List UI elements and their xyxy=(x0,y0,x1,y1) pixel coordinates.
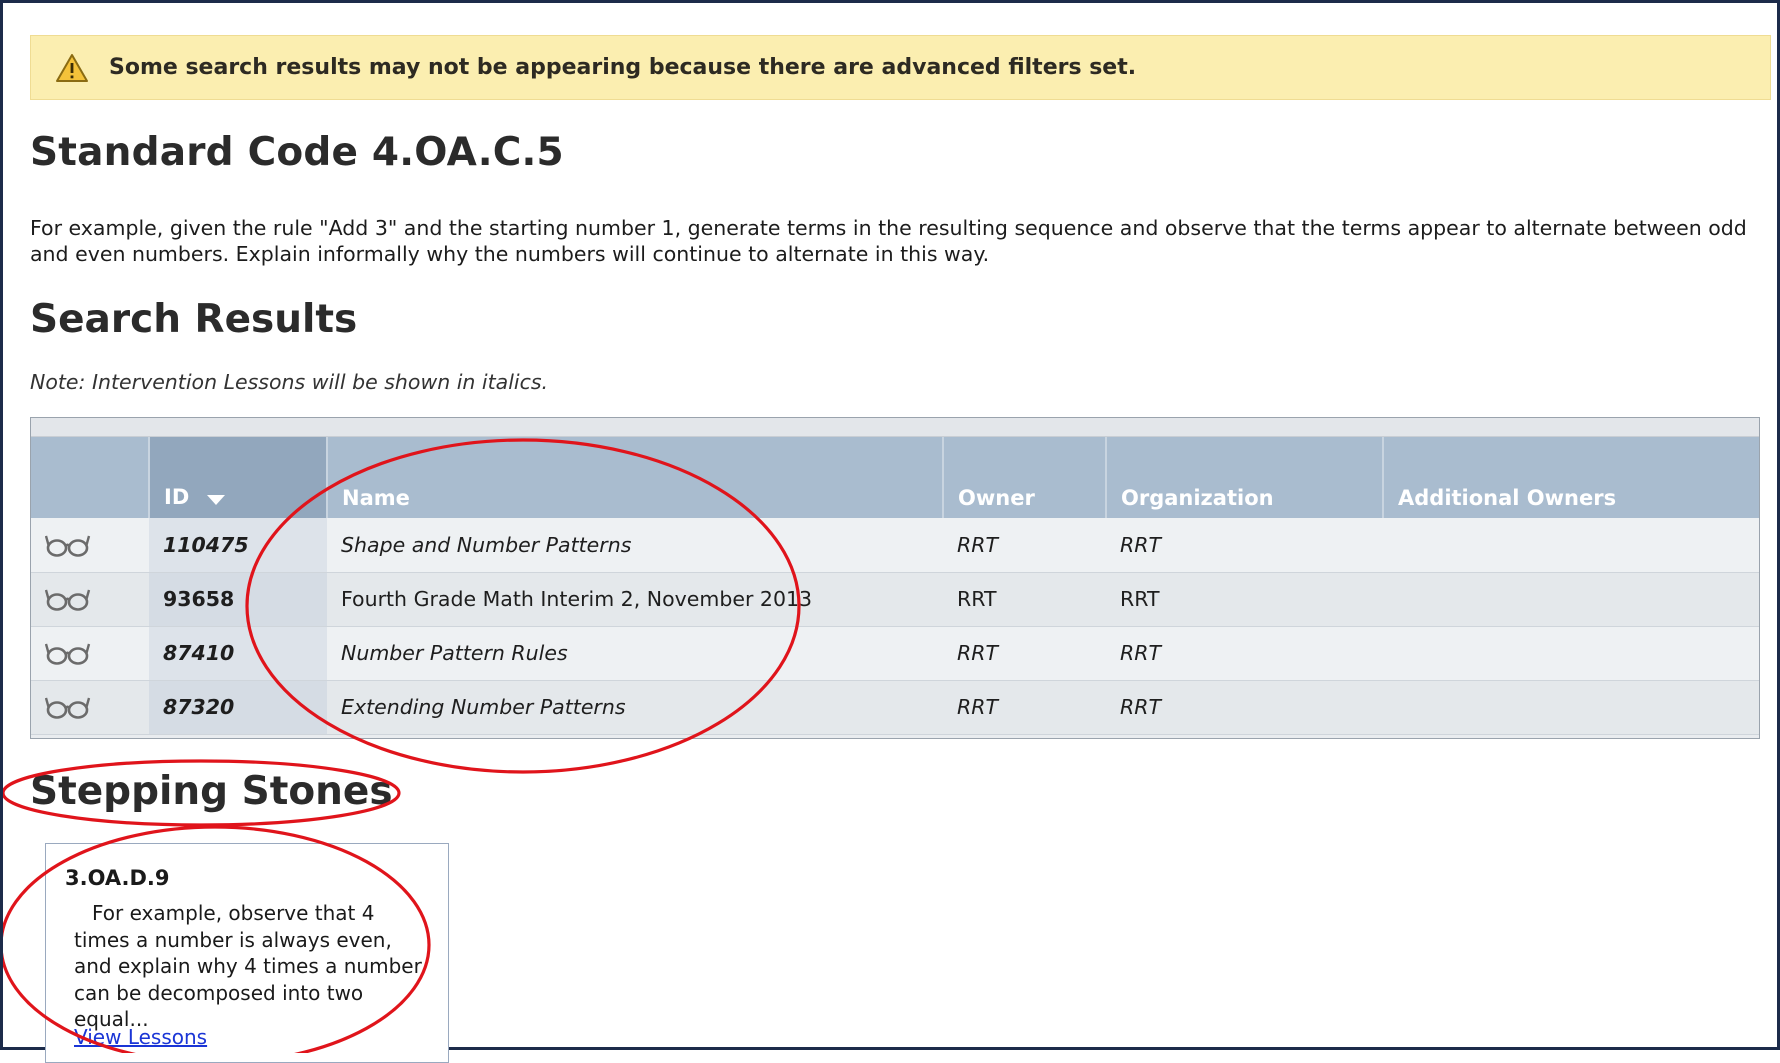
table-row[interactable]: 87320 Extending Number Patterns RRT RRT xyxy=(31,680,1759,735)
organization-cell: RRT xyxy=(1106,680,1383,735)
view-cell[interactable] xyxy=(31,626,149,681)
search-results-title: Search Results xyxy=(30,297,358,342)
name-cell[interactable]: Fourth Grade Math Interim 2, November 20… xyxy=(327,572,943,627)
table-header-row: ID Name Owner Organization Additional Ow… xyxy=(31,437,1759,518)
owner-cell: RRT xyxy=(943,572,1106,627)
intervention-note: Note: Intervention Lessons will be shown… xyxy=(30,370,549,394)
column-header-additional-owners[interactable]: Additional Owners xyxy=(1382,437,1759,518)
stepping-stone-code: 3.OA.D.9 xyxy=(65,866,170,890)
view-lessons-link[interactable]: View Lessons xyxy=(74,1025,207,1049)
table-row[interactable]: 93658 Fourth Grade Math Interim 2, Novem… xyxy=(31,572,1759,627)
search-results-table: ID Name Owner Organization Additional Ow… xyxy=(30,417,1760,739)
column-header-id[interactable]: ID xyxy=(148,437,327,518)
standard-description: For example, given the rule "Add 3" and … xyxy=(30,216,1747,266)
warning-triangle-icon xyxy=(55,53,89,83)
sort-descending-icon xyxy=(206,486,225,510)
owner-cell: RRT xyxy=(943,680,1106,735)
additional-owners-cell xyxy=(1383,518,1759,573)
eyeglasses-icon[interactable] xyxy=(45,639,91,667)
id-cell: 93658 xyxy=(149,572,327,627)
column-header-organization[interactable]: Organization xyxy=(1105,437,1383,518)
organization-cell: RRT xyxy=(1106,626,1383,681)
table-row[interactable]: 110475 Shape and Number Patterns RRT RRT xyxy=(31,518,1759,573)
column-header-view xyxy=(31,437,149,518)
name-cell[interactable]: Number Pattern Rules xyxy=(327,626,943,681)
id-cell: 87410 xyxy=(149,626,327,681)
additional-owners-cell xyxy=(1383,626,1759,681)
view-cell[interactable] xyxy=(31,680,149,735)
results-grid: ID Name Owner Organization Additional Ow… xyxy=(31,437,1759,735)
alert-message: Some search results may not be appearing… xyxy=(109,55,1137,80)
view-cell[interactable] xyxy=(31,572,149,627)
id-cell: 87320 xyxy=(149,680,327,735)
advanced-filters-alert: Some search results may not be appearing… xyxy=(30,35,1771,100)
organization-cell: RRT xyxy=(1106,518,1383,573)
eyeglasses-icon[interactable] xyxy=(45,693,91,721)
column-header-name[interactable]: Name xyxy=(326,437,943,518)
table-row[interactable]: 87410 Number Pattern Rules RRT RRT xyxy=(31,626,1759,681)
stepping-stones-title: Stepping Stones xyxy=(30,769,393,814)
id-cell: 110475 xyxy=(149,518,327,573)
column-header-id-label: ID xyxy=(164,485,190,509)
name-cell[interactable]: Shape and Number Patterns xyxy=(327,518,943,573)
stepping-stone-card: 3.OA.D.9 For example, observe that 4 tim… xyxy=(45,843,449,1063)
owner-cell: RRT xyxy=(943,518,1106,573)
owner-cell: RRT xyxy=(943,626,1106,681)
eyeglasses-icon[interactable] xyxy=(45,531,91,559)
page-frame: Some search results may not be appearing… xyxy=(0,0,1780,1063)
standard-code-title: Standard Code 4.OA.C.5 xyxy=(30,130,564,175)
eyeglasses-icon[interactable] xyxy=(45,585,91,613)
additional-owners-cell xyxy=(1383,680,1759,735)
table-toolbar xyxy=(31,418,1759,437)
organization-cell: RRT xyxy=(1106,572,1383,627)
view-cell[interactable] xyxy=(31,518,149,573)
name-cell[interactable]: Extending Number Patterns xyxy=(327,680,943,735)
column-header-owner[interactable]: Owner xyxy=(942,437,1106,518)
stepping-stone-description: For example, observe that 4 times a numb… xyxy=(74,901,422,1031)
additional-owners-cell xyxy=(1383,572,1759,627)
